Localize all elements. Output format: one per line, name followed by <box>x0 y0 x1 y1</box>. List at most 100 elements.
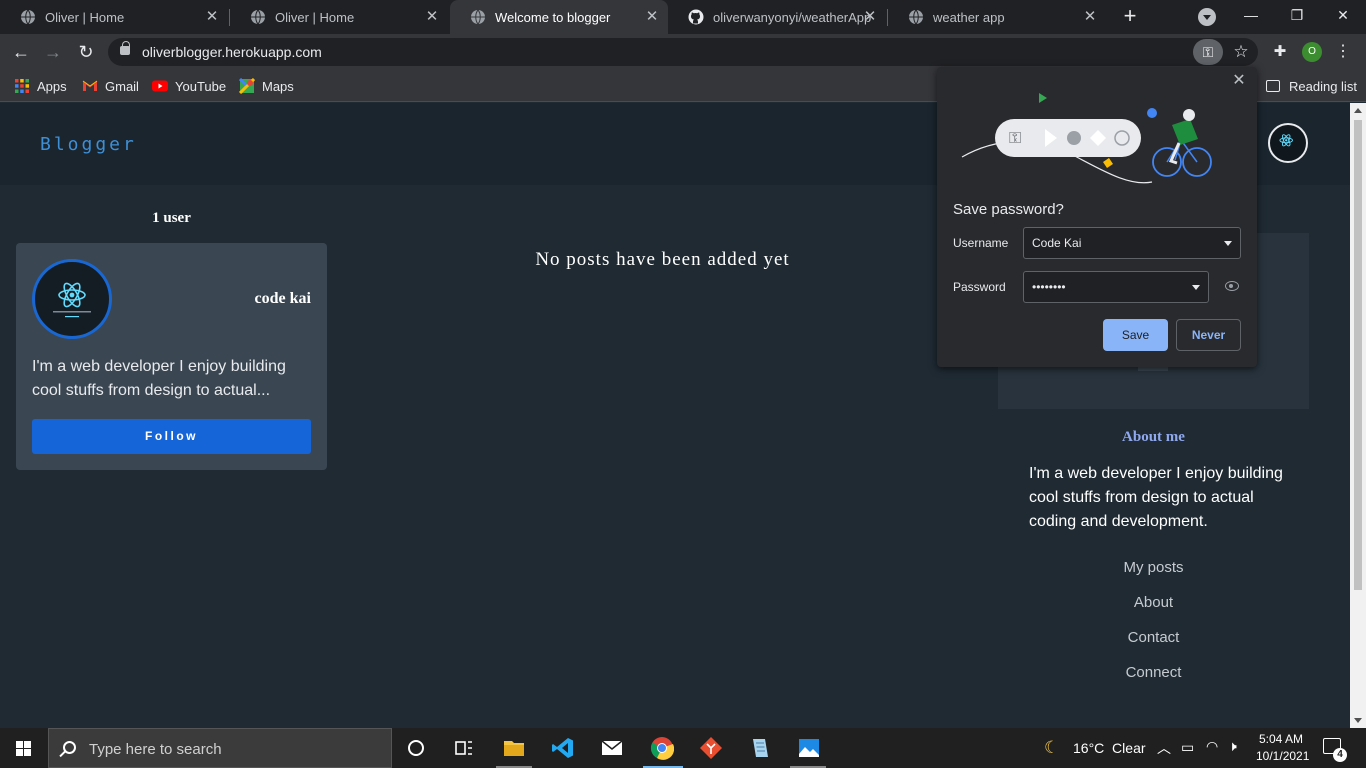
gmail-icon <box>82 80 98 91</box>
bookmark-maps[interactable]: Maps <box>239 76 294 96</box>
maps-icon <box>239 78 255 94</box>
git-gui-icon[interactable] <box>699 736 723 760</box>
search-placeholder: Type here to search <box>89 741 222 758</box>
sidebar-link-connect[interactable]: Connect <box>998 664 1309 681</box>
password-key-icon[interactable]: ⚿ <box>1193 39 1223 65</box>
task-view-icon[interactable] <box>452 736 476 760</box>
taskbar-search[interactable]: Type here to search <box>48 728 392 768</box>
file-explorer-icon[interactable] <box>502 736 526 760</box>
notes-app-icon[interactable] <box>748 736 772 760</box>
empty-posts-message: No posts have been added yet <box>535 249 790 270</box>
password-field[interactable]: •••••••• <box>1023 271 1209 303</box>
bookmark-star-icon[interactable]: ☆ <box>1231 39 1251 65</box>
tab-welcome-to-blogger[interactable]: Welcome to blogger ✕ <box>450 0 668 34</box>
page-scrollbar[interactable] <box>1350 103 1366 728</box>
bookmark-label: YouTube <box>175 78 227 94</box>
photos-icon[interactable] <box>797 736 821 760</box>
reading-list-label: Reading list <box>1289 78 1357 94</box>
user-card-name[interactable]: code kai <box>255 290 311 308</box>
mail-icon[interactable] <box>600 736 624 760</box>
never-save-button[interactable]: Never <box>1176 319 1241 351</box>
weather-moon-icon[interactable]: ☾ <box>1044 738 1059 758</box>
dialog-title: Save password? <box>953 201 1064 218</box>
address-bar[interactable]: oliverblogger.herokuapp.com <box>108 38 1258 66</box>
chevron-down-icon[interactable] <box>1192 285 1200 290</box>
close-icon[interactable]: ✕ <box>1231 73 1247 89</box>
bookmark-gmail[interactable]: Gmail <box>82 76 139 96</box>
scroll-up-arrow[interactable] <box>1354 108 1362 113</box>
sidebar-link-about[interactable]: About <box>998 594 1309 611</box>
tab-weatherapp-github[interactable]: oliverwanyonyi/weatherApp ✕ <box>668 0 886 34</box>
chevron-down-icon[interactable] <box>1224 241 1232 246</box>
chevron-up-icon[interactable]: ︿ <box>1157 738 1171 758</box>
password-value: •••••••• <box>1032 280 1066 294</box>
users-count: 1 user <box>152 210 191 226</box>
search-icon <box>63 741 76 754</box>
windows-taskbar: Type here to search ☾ 16°C Clear ︿ ▭ ◠ 🕨… <box>0 728 1366 768</box>
wifi-icon[interactable]: ◠ <box>1206 738 1218 755</box>
restore-button[interactable]: ❐ <box>1274 0 1320 32</box>
bookmark-label: Apps <box>37 78 67 94</box>
tab-oliver-home-2[interactable]: Oliver | Home ✕ <box>230 0 448 34</box>
tab-strip: Oliver | Home ✕ Oliver | Home ✕ Welcome … <box>0 0 1366 34</box>
tab-title: Welcome to blogger <box>495 9 611 25</box>
bookmark-apps[interactable]: Apps <box>14 76 67 96</box>
back-button[interactable]: ← <box>8 39 34 65</box>
close-tab-icon[interactable]: ✕ <box>862 9 878 25</box>
close-tab-icon[interactable]: ✕ <box>1082 9 1098 25</box>
new-tab-button[interactable]: + <box>1119 5 1141 28</box>
clock-time: 5:04 AM <box>1258 732 1304 746</box>
cortana-icon[interactable] <box>404 736 428 760</box>
browser-menu-icon[interactable]: ⋮ <box>1335 39 1351 65</box>
tab-weather-app[interactable]: weather app ✕ <box>888 0 1106 34</box>
reload-button[interactable]: ↻ <box>73 39 99 65</box>
volume-muted-icon[interactable]: 🕨 <box>1228 738 1237 755</box>
close-tab-icon[interactable]: ✕ <box>644 9 660 25</box>
sidebar-link-contact[interactable]: Contact <box>998 629 1309 646</box>
username-field[interactable]: Code Kai <box>1023 227 1241 259</box>
chrome-icon[interactable] <box>650 736 674 760</box>
about-me-title: About me <box>1122 429 1185 445</box>
nav-user-avatar[interactable] <box>1268 123 1308 163</box>
about-me-text: I'm a web developer I enjoy building coo… <box>1029 465 1283 530</box>
profile-avatar[interactable]: O <box>1302 42 1322 62</box>
windows-start-icon[interactable] <box>0 728 48 768</box>
bookmark-label: Maps <box>262 78 294 94</box>
follow-button[interactable]: Follow <box>32 419 311 454</box>
youtube-icon <box>152 80 168 92</box>
clock-date: 10/1/2021 <box>1256 749 1310 763</box>
lock-icon[interactable] <box>120 41 130 55</box>
tab-oliver-home-1[interactable]: Oliver | Home ✕ <box>0 0 228 34</box>
scrollbar-thumb[interactable] <box>1354 120 1362 590</box>
globe-icon <box>471 9 485 25</box>
site-brand[interactable]: Blogger <box>40 134 137 155</box>
vscode-icon[interactable] <box>551 736 575 760</box>
save-password-button[interactable]: Save <box>1103 319 1168 351</box>
bookmark-youtube[interactable]: YouTube <box>152 76 226 96</box>
close-window-button[interactable]: ✕ <box>1320 0 1366 32</box>
react-logo-icon <box>1279 134 1293 147</box>
globe-icon <box>21 9 35 25</box>
tab-search-button[interactable] <box>1198 8 1216 26</box>
show-password-eye-icon[interactable] <box>1225 281 1239 291</box>
minimize-button[interactable]: — <box>1228 0 1274 32</box>
reading-list-button[interactable]: Reading list <box>1266 76 1357 96</box>
svg-text:⚿: ⚿ <box>1009 128 1021 147</box>
forward-button[interactable]: → <box>40 39 66 65</box>
weather-text[interactable]: 16°C Clear <box>1073 740 1146 756</box>
sidebar-link-my-posts[interactable]: My posts <box>998 559 1309 576</box>
extensions-puzzle-icon[interactable]: ✚ <box>1270 39 1290 65</box>
url-text[interactable]: oliverblogger.herokuapp.com <box>142 44 322 60</box>
react-logo-icon <box>53 282 91 318</box>
tab-title: weather app <box>933 9 1005 25</box>
password-illustration: ⚿ <box>961 93 1212 184</box>
user-card-bio: I'm a web developer I enjoy building coo… <box>32 358 286 399</box>
user-card-avatar[interactable] <box>32 259 112 339</box>
system-clock[interactable]: 5:04 AM 10/1/2021 <box>1256 731 1310 765</box>
bookmark-label: Gmail <box>105 78 139 94</box>
tab-title: Oliver | Home <box>45 9 125 25</box>
battery-icon[interactable]: ▭ <box>1181 739 1194 756</box>
close-tab-icon[interactable]: ✕ <box>204 9 220 25</box>
scroll-down-arrow[interactable] <box>1354 718 1362 723</box>
close-tab-icon[interactable]: ✕ <box>424 9 440 25</box>
